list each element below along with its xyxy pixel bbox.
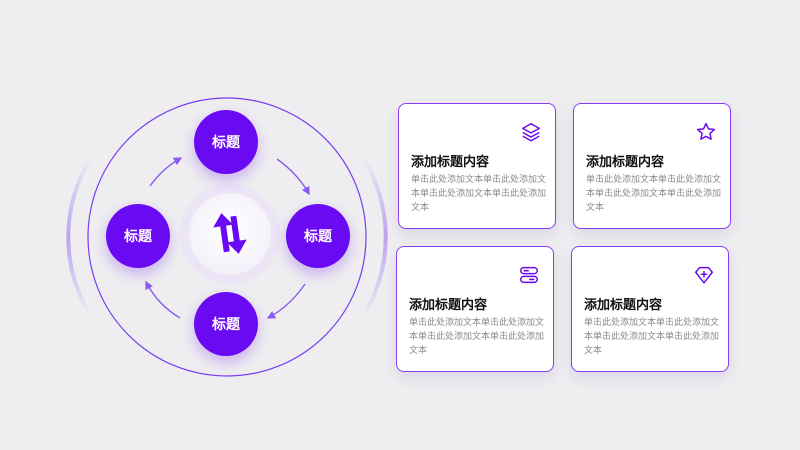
arrow-top-right [276, 158, 310, 196]
card-body: 单击此处添加文本单击此处添加文本单击此处添加文本单击此处添加文本 [584, 318, 720, 356]
card-body: 单击此处添加文本单击此处添加文本单击此处添加文本单击此处添加文本 [586, 175, 722, 213]
info-card-4[interactable]: 添加标题内容 单击此处添加文本单击此处添加文本单击此处添加文本单击此处添加文本 [571, 246, 729, 372]
card-title: 添加标题内容 [411, 155, 490, 170]
arrow-right-bottom [266, 283, 306, 319]
cycle-node-bottom[interactable]: 标题 [194, 292, 258, 356]
cycle-node-right[interactable]: 标题 [286, 204, 350, 268]
card-body: 单击此处添加文本单击此处添加文本单击此处添加文本单击此处添加文本 [409, 318, 545, 356]
info-card-1[interactable]: 添加标题内容 单击此处添加文本单击此处添加文本单击此处添加文本单击此处添加文本 [398, 103, 556, 229]
layers-icon [522, 123, 540, 142]
cycle-node-left[interactable]: 标题 [106, 204, 170, 268]
star-icon [697, 122, 715, 140]
info-card-3[interactable]: 添加标题内容 单击此处添加文本单击此处添加文本单击此处添加文本单击此处添加文本 [396, 246, 554, 372]
card-body: 单击此处添加文本单击此处添加文本单击此处添加文本单击此处添加文本 [411, 175, 547, 213]
server-icon [520, 266, 538, 284]
cycle-node-top[interactable]: 标题 [194, 110, 258, 174]
card-title: 添加标题内容 [584, 298, 663, 313]
card-title: 添加标题内容 [409, 298, 488, 313]
center-hub [189, 193, 271, 275]
card-title: 添加标题内容 [586, 155, 665, 170]
diamond-plus-icon [695, 266, 713, 284]
arrow-bottom-left [145, 280, 181, 319]
slide: 标题 标题 标题 标题 添加标题内容 单击此处添加文本单击此处添加文本单击此处添… [0, 0, 800, 450]
info-card-2[interactable]: 添加标题内容 单击此处添加文本单击此处添加文本单击此处添加文本单击此处添加文本 [573, 103, 731, 229]
arrow-left-top [149, 157, 183, 187]
